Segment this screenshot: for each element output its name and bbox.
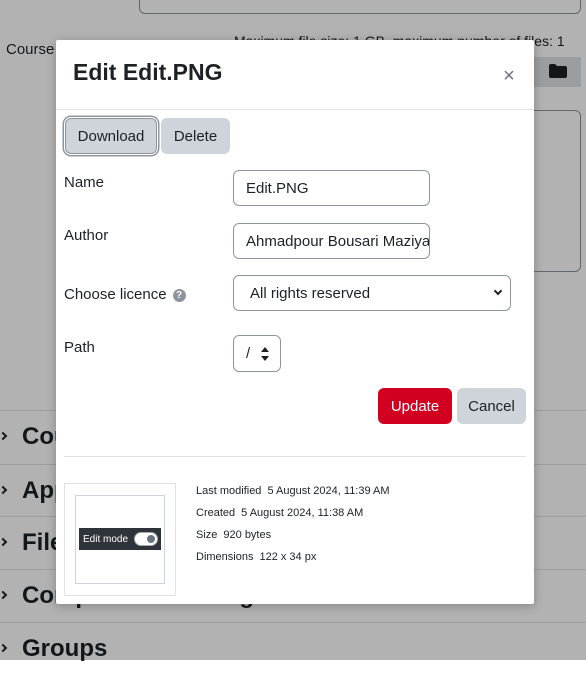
divider [64, 456, 526, 457]
dialog-header: Edit Edit.PNG × [56, 40, 534, 110]
dialog-title: Edit Edit.PNG [73, 59, 223, 85]
last-modified-info: Last modified 5 August 2024, 11:39 AM [196, 485, 390, 497]
licence-label-group: Choose licence? [64, 286, 186, 303]
path-select[interactable]: / [233, 335, 281, 372]
created-value: 5 August 2024, 11:38 AM [241, 507, 364, 519]
edit-file-dialog: Edit Edit.PNG × Download Delete Name Edi… [56, 40, 534, 604]
path-label: Path [64, 339, 95, 356]
author-label: Author [64, 227, 109, 244]
cancel-button[interactable]: Cancel [457, 388, 526, 424]
dimensions-info: Dimensions 122 x 34 px [196, 551, 316, 563]
name-label: Name [64, 174, 105, 191]
delete-button[interactable]: Delete [161, 118, 230, 154]
licence-label: Choose licence [64, 286, 167, 303]
licence-selected-value: All rights reserved [250, 284, 371, 302]
download-button[interactable]: Download [65, 118, 157, 154]
toggle-icon [134, 532, 158, 546]
size-info: Size 920 bytes [196, 529, 271, 541]
last-modified-label: Last modified [196, 485, 262, 497]
sort-updown-icon [261, 347, 269, 361]
path-selected-value: / [246, 345, 251, 362]
thumbnail-image: Edit mode [79, 528, 161, 550]
author-input[interactable]: Ahmadpour Bousari Maziyar [233, 223, 430, 259]
dimensions-value: 122 x 34 px [259, 551, 317, 563]
chevron-down-icon [493, 286, 503, 296]
last-modified-value: 5 August 2024, 11:39 AM [267, 485, 390, 497]
dimensions-label: Dimensions [196, 551, 254, 563]
size-label: Size [196, 529, 218, 541]
thumbnail-inner: Edit mode [75, 495, 165, 584]
name-input[interactable]: Edit.PNG [233, 170, 430, 206]
thumbnail-text: Edit mode [83, 533, 129, 545]
created-info: Created 5 August 2024, 11:38 AM [196, 507, 363, 519]
created-label: Created [196, 507, 236, 519]
size-value: 920 bytes [223, 529, 272, 541]
help-icon[interactable]: ? [172, 288, 186, 302]
close-icon[interactable]: × [500, 66, 518, 86]
licence-select[interactable]: All rights reserved [233, 275, 511, 311]
update-button[interactable]: Update [378, 388, 452, 424]
file-thumbnail: Edit mode [64, 483, 176, 596]
